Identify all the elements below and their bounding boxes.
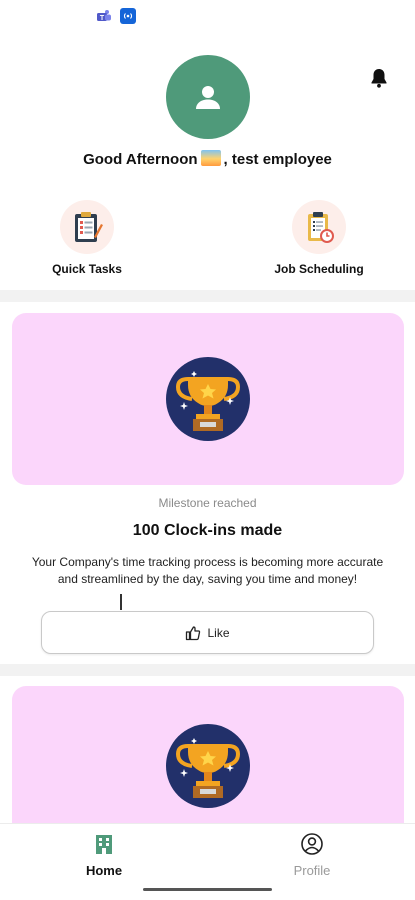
home-screen: T Good Afternoon, test employee Quick Ta…	[0, 0, 415, 900]
greeting-username: , test employee	[223, 151, 332, 168]
milestone-description: Your Company's time tracking process is …	[31, 555, 384, 586]
nav-label-home: Home	[85, 863, 123, 878]
clipboard-checklist-icon	[60, 200, 114, 254]
milestone-banner	[12, 686, 404, 846]
section-divider	[0, 664, 415, 676]
home-indicator[interactable]	[143, 888, 272, 891]
person-icon	[196, 86, 220, 109]
like-button[interactable]: Like	[41, 611, 374, 654]
nav-label-profile: Profile	[293, 863, 331, 878]
quick-tasks-label: Quick Tasks	[52, 262, 122, 276]
greeting-text: Good Afternoon , test employee	[0, 150, 415, 168]
sunset-emoji-icon	[200, 150, 221, 166]
milestone-title: 100 Clock-ins made	[132, 522, 283, 539]
profile-icon	[301, 833, 323, 855]
job-scheduling-button[interactable]: Job Scheduling	[254, 200, 384, 276]
greeting-prefix: Good Afternoon	[83, 151, 198, 168]
trophy-icon	[166, 724, 250, 808]
notification-bell-icon[interactable]	[367, 66, 391, 90]
quick-tasks-button[interactable]: Quick Tasks	[22, 200, 152, 276]
trophy-icon	[166, 357, 250, 441]
nav-item-home[interactable]: Home	[54, 832, 154, 878]
thumbs-up-icon	[186, 625, 201, 640]
teams-notification-icon: T	[96, 8, 112, 24]
section-divider	[0, 290, 415, 302]
status-bar-icons: T	[96, 8, 136, 24]
milestone-subtitle: Milestone reached	[158, 496, 257, 510]
like-label: Like	[207, 625, 230, 640]
user-avatar[interactable]	[166, 55, 250, 139]
milestone-banner	[12, 313, 404, 485]
building-icon	[96, 835, 112, 854]
wireless-notification-icon	[120, 8, 136, 24]
svg-text:T: T	[100, 15, 105, 22]
clipboard-clock-icon	[292, 200, 346, 254]
job-scheduling-label: Job Scheduling	[274, 262, 364, 276]
text-cursor	[120, 594, 122, 610]
nav-item-profile[interactable]: Profile	[262, 832, 362, 878]
